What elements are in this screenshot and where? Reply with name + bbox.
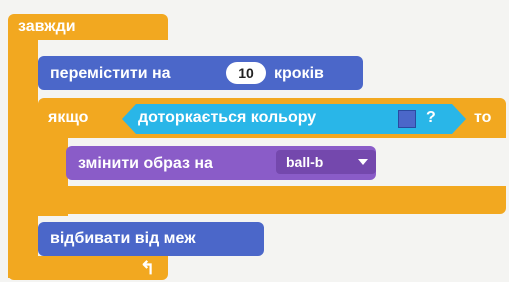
- then-label: то: [474, 109, 492, 126]
- switch-costume-label: змінити образ на: [78, 155, 213, 172]
- forever-label: завжди: [18, 18, 76, 35]
- costume-dropdown[interactable]: ball-b: [276, 150, 376, 174]
- move-suffix-label: кроків: [274, 65, 324, 82]
- if-label: якщо: [48, 109, 89, 126]
- color-swatch[interactable]: [398, 110, 416, 128]
- steps-input[interactable]: 10: [226, 62, 266, 84]
- loop-arrow-icon: ↰: [140, 258, 156, 278]
- chevron-down-icon: [358, 159, 368, 165]
- if-block-bottom[interactable]: [38, 186, 506, 214]
- touching-color-label: доторкається кольору: [138, 109, 317, 126]
- costume-value: ball-b: [286, 154, 324, 170]
- bounce-label: відбивати від меж: [50, 230, 196, 247]
- condition-question-mark: ?: [426, 109, 436, 126]
- forever-block-arm: [8, 38, 38, 278]
- move-prefix-label: перемістити на: [50, 65, 171, 82]
